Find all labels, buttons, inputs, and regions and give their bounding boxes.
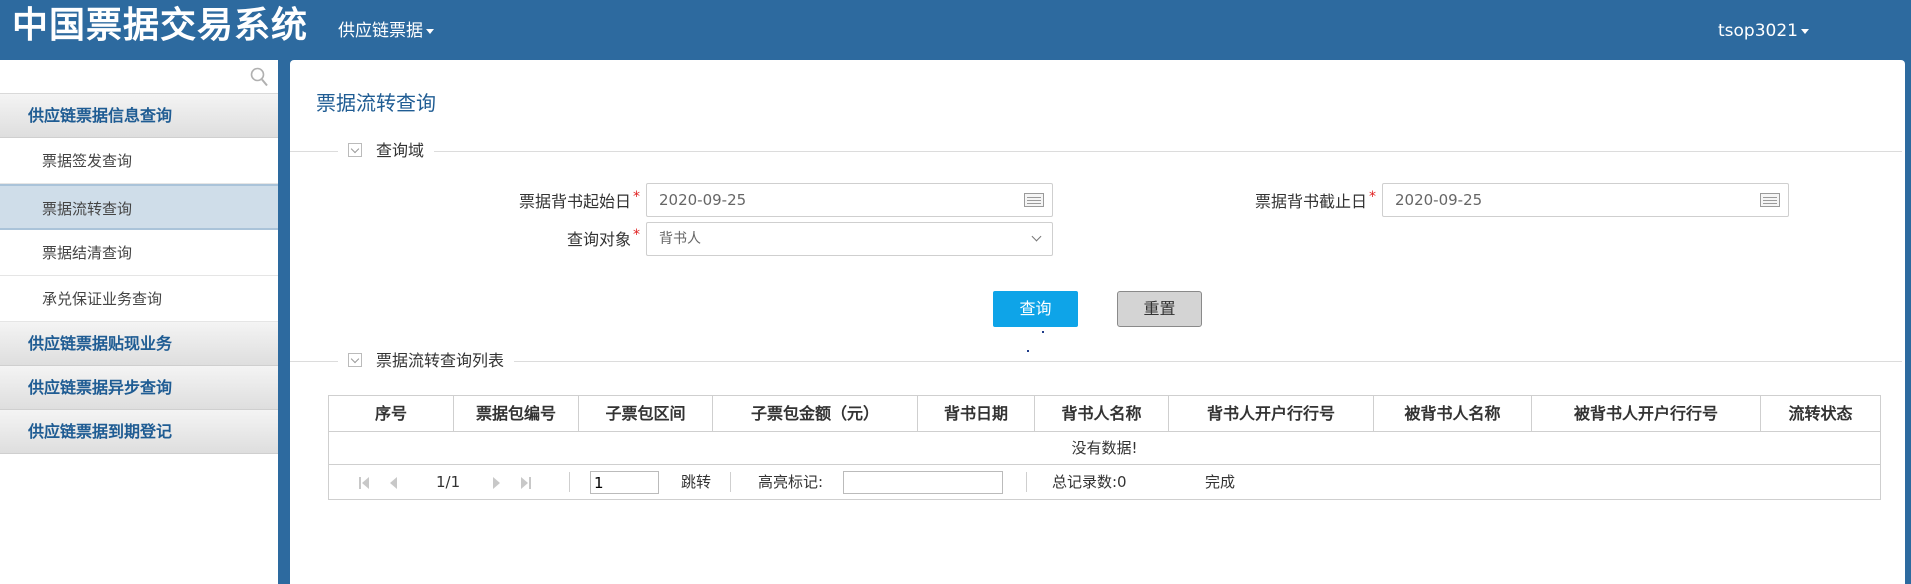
top-bar: 中国票据交易系统 供应链票据 tsop3021 <box>0 0 1911 60</box>
query-button[interactable]: 查询 <box>993 291 1078 327</box>
query-target-label-text: 查询对象 <box>566 230 631 249</box>
search-icon[interactable] <box>250 67 268 87</box>
page-info: 1/1 <box>436 473 461 491</box>
status-text: 完成 <box>1205 473 1236 491</box>
end-date-value: 2020-09-25 <box>1395 191 1483 209</box>
sidebar-item-transfer-query[interactable]: 票据流转查询 <box>0 184 278 230</box>
start-date-label-text: 票据背书起始日 <box>518 192 631 211</box>
next-page-icon[interactable] <box>492 477 502 489</box>
highlight-input[interactable] <box>843 471 1003 494</box>
collapse-icon[interactable] <box>348 143 362 157</box>
chevron-down-icon <box>1031 231 1042 242</box>
query-target-value: 背书人 <box>659 231 701 247</box>
required-mark: * <box>1369 188 1376 205</box>
list-section-legend[interactable]: 票据流转查询列表 <box>338 351 515 371</box>
pager-divider <box>569 472 570 492</box>
query-target-label: 查询对象 * <box>540 226 640 250</box>
jump-button[interactable]: 跳转 <box>681 473 711 491</box>
empty-message: 没有数据! <box>329 432 1880 465</box>
column-header[interactable]: 背书人开户行行号 <box>1169 396 1374 432</box>
first-page-icon[interactable] <box>359 477 369 489</box>
page-number-input[interactable] <box>590 471 659 494</box>
loading-dot <box>1042 331 1044 333</box>
sidebar-item-acceptance-guarantee-query[interactable]: 承兑保证业务查询 <box>0 276 278 322</box>
sidebar-item-issue-query[interactable]: 票据签发查询 <box>0 138 278 184</box>
column-header[interactable]: 背书人名称 <box>1035 396 1169 432</box>
sidebar-search-input[interactable] <box>2 62 274 90</box>
pager-divider <box>1026 472 1027 492</box>
page-title: 票据流转查询 <box>316 91 436 115</box>
start-date-value: 2020-09-25 <box>659 191 747 209</box>
end-date-label: 票据背书截止日 * <box>1236 188 1376 212</box>
end-date-label-text: 票据背书截止日 <box>1254 192 1367 211</box>
required-mark: * <box>633 188 640 205</box>
column-header[interactable]: 子票包区间 <box>579 396 713 432</box>
sidebar-group-info-query[interactable]: 供应链票据信息查询 <box>0 94 278 138</box>
collapse-icon[interactable] <box>348 353 362 367</box>
user-menu[interactable]: tsop3021 <box>1718 20 1809 42</box>
sidebar-search <box>0 60 278 94</box>
transfer-table: 序号 票据包编号 子票包区间 子票包金额（元） 背书日期 背书人名称 背书人开户… <box>328 395 1881 500</box>
main-panel: 票据流转查询 查询域 票据背书起始日 * 2020-09-25 票据背书截止日 * … <box>290 60 1905 584</box>
supply-chain-menu[interactable]: 供应链票据 <box>338 20 434 42</box>
query-section-title: 查询域 <box>376 141 425 160</box>
calendar-icon[interactable] <box>1760 193 1780 207</box>
caret-down-icon <box>426 28 434 34</box>
total-records: 总记录数:0 <box>1052 473 1127 491</box>
query-target-select[interactable]: 背书人 <box>646 222 1053 256</box>
sidebar-group-async-query[interactable]: 供应链票据异步查询 <box>0 366 278 410</box>
column-header[interactable]: 流转状态 <box>1761 396 1880 432</box>
loading-dot <box>1027 350 1029 352</box>
required-mark: * <box>633 226 640 243</box>
list-section-divider <box>290 361 1902 362</box>
list-section-title: 票据流转查询列表 <box>376 351 505 370</box>
column-header[interactable]: 票据包编号 <box>454 396 579 432</box>
query-section-legend[interactable]: 查询域 <box>338 141 435 161</box>
sidebar-group-discount[interactable]: 供应链票据贴现业务 <box>0 322 278 366</box>
column-header[interactable]: 子票包金额（元） <box>713 396 918 432</box>
reset-button[interactable]: 重置 <box>1117 291 1202 327</box>
highlight-label: 高亮标记: <box>758 473 824 491</box>
table-header: 序号 票据包编号 子票包区间 子票包金额（元） 背书日期 背书人名称 背书人开户… <box>329 396 1880 432</box>
sidebar: 供应链票据信息查询 票据签发查询 票据流转查询 票据结清查询 承兑保证业务查询 … <box>0 60 282 584</box>
prev-page-icon[interactable] <box>389 477 399 489</box>
start-date-field[interactable]: 2020-09-25 <box>646 183 1053 217</box>
supply-chain-menu-label: 供应链票据 <box>338 21 423 41</box>
user-name: tsop3021 <box>1718 21 1798 41</box>
app-title: 中国票据交易系统 <box>12 5 309 46</box>
end-date-field[interactable]: 2020-09-25 <box>1382 183 1789 217</box>
pagination-bar: 1/1 跳转 高亮标记: 总记录数:0 完成 <box>329 465 1880 499</box>
column-header[interactable]: 背书日期 <box>918 396 1035 432</box>
start-date-label: 票据背书起始日 * <box>500 188 640 212</box>
pager-divider <box>730 472 731 492</box>
column-header[interactable]: 被背书人开户行行号 <box>1532 396 1761 432</box>
last-page-icon[interactable] <box>521 477 531 489</box>
caret-down-icon <box>1800 28 1809 34</box>
query-section-divider <box>290 151 1902 152</box>
sidebar-group-maturity-registration[interactable]: 供应链票据到期登记 <box>0 410 278 454</box>
sidebar-item-settlement-query[interactable]: 票据结清查询 <box>0 230 278 276</box>
column-header[interactable]: 序号 <box>329 396 454 432</box>
column-header[interactable]: 被背书人名称 <box>1374 396 1532 432</box>
calendar-icon[interactable] <box>1024 193 1044 207</box>
